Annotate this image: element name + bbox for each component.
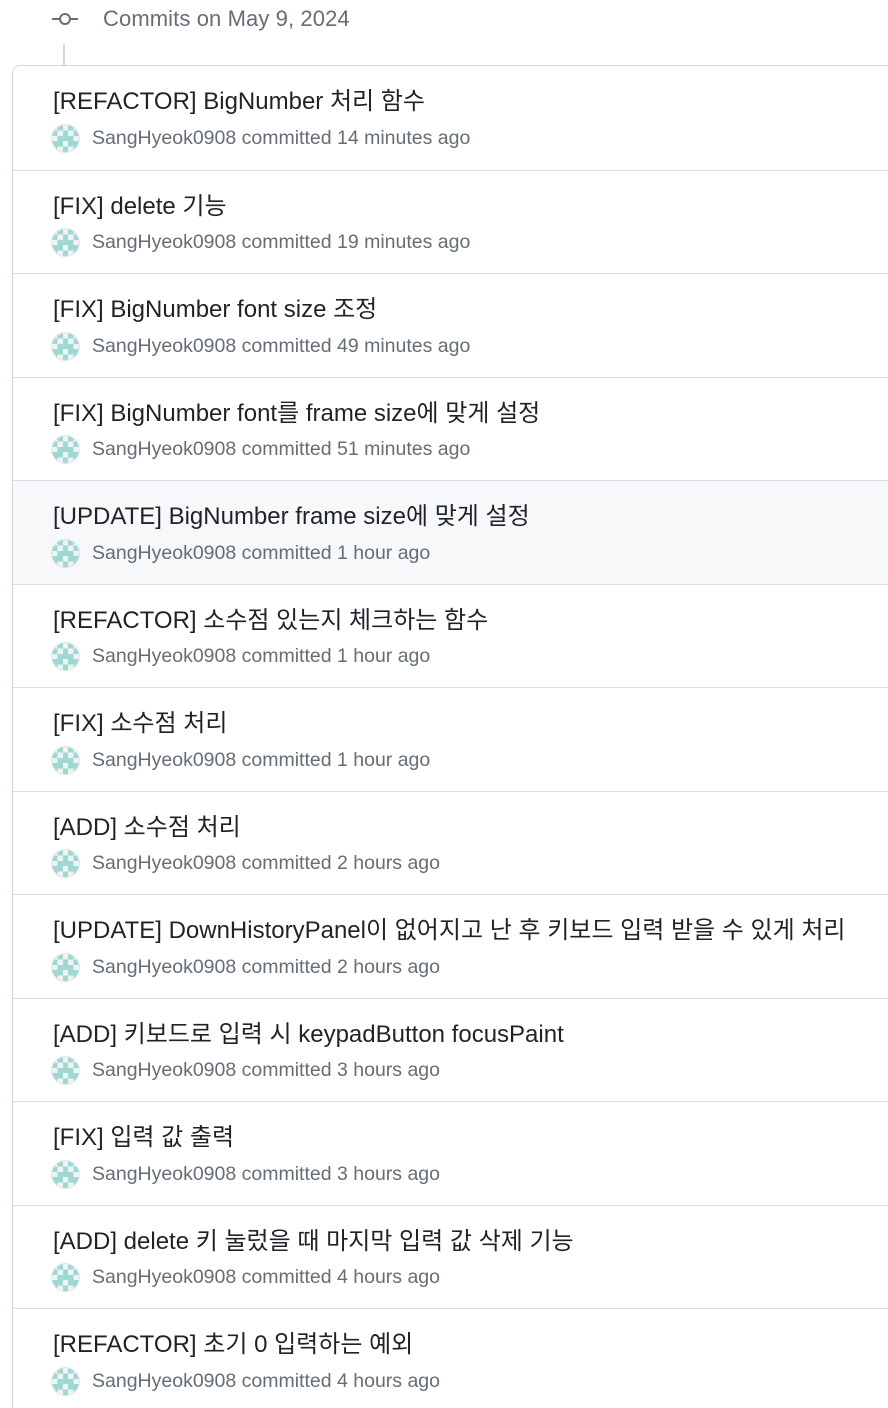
commit-author[interactable]: SangHyeok0908 [92,335,236,358]
commit-row[interactable]: [REFACTOR] BigNumber 처리 함수 SangHyeok0908… [13,66,888,170]
avatar-icon[interactable] [52,124,79,152]
commit-action: committed [241,955,332,978]
commit-action: committed [241,334,332,357]
commit-title-link[interactable]: [FIX] BigNumber font size 조정 [53,289,377,324]
commit-row[interactable]: [FIX] BigNumber font size 조정 SangHyeok09… [13,273,888,377]
commit-title-link[interactable]: [ADD] 소수점 처리 [53,807,241,842]
commit-author[interactable]: SangHyeok0908 [92,438,236,461]
commit-meta: SangHyeok0908 committed 1 hour ago [52,643,430,671]
commit-time: 1 hour ago [337,541,431,564]
commit-meta: SangHyeok0908 committed 1 hour ago [52,746,430,774]
commit-title-link[interactable]: [FIX] delete 기능 [53,186,227,221]
git-commit-icon [52,12,78,26]
commit-meta: SangHyeok0908 committed 1 hour ago [52,539,430,567]
commit-row[interactable]: [ADD] delete 키 눌렀을 때 마지막 입력 값 삭제 기능 Sang… [13,1204,888,1309]
commit-history-page: Commits on May 9, 2024 [REFACTOR] BigNum… [0,0,888,1408]
commit-group-header: Commits on May 9, 2024 [52,4,350,34]
commit-author[interactable]: SangHyeok0908 [92,749,236,772]
avatar-icon[interactable] [52,436,79,463]
commit-time: 3 hours ago [337,1162,440,1185]
avatar-icon[interactable] [52,229,79,256]
avatar-icon[interactable] [52,953,79,981]
commit-meta: SangHyeok0908 committed 2 hours ago [52,850,440,878]
commit-action: committed [241,1059,332,1081]
avatar-icon[interactable] [52,746,79,774]
commit-meta: SangHyeok0908 committed 4 hours ago [52,1264,440,1292]
commit-author[interactable]: SangHyeok0908 [92,1370,236,1393]
commit-meta: SangHyeok0908 committed 4 hours ago [52,1367,440,1395]
commit-time: 4 hours ago [337,1266,440,1288]
commit-meta: SangHyeok0908 committed 3 hours ago [52,1057,440,1085]
commit-row[interactable]: [UPDATE] BigNumber frame size에 맞게 설정 San… [13,480,888,584]
commit-action: committed [241,438,332,460]
commit-author[interactable]: SangHyeok0908 [92,127,236,150]
commit-time: 4 hours ago [337,1369,440,1392]
commit-action: committed [241,1369,332,1392]
commit-row[interactable]: [UPDATE] DownHistoryPanel이 없어지고 난 후 키보드 … [13,894,888,998]
commit-title-link[interactable]: [REFACTOR] 소수점 있는지 체크하는 함수 [53,600,488,635]
commit-title-link[interactable]: [UPDATE] DownHistoryPanel이 없어지고 난 후 키보드 … [53,910,846,945]
avatar-icon[interactable] [52,332,79,360]
commit-action: committed [241,645,332,667]
commit-title-link[interactable]: [FIX] 입력 값 출력 [53,1117,234,1152]
commit-time: 2 hours ago [337,852,440,874]
commit-title-link[interactable]: [ADD] delete 키 눌렀을 때 마지막 입력 값 삭제 기능 [53,1221,574,1256]
commit-action: committed [241,541,332,564]
commit-author[interactable]: SangHyeok0908 [92,1266,236,1289]
commit-time: 2 hours ago [337,955,440,978]
commit-action: committed [241,748,332,771]
avatar-icon[interactable] [52,1057,79,1084]
commit-author[interactable]: SangHyeok0908 [92,542,236,565]
commit-row[interactable]: [ADD] 키보드로 입력 시 keypadButton focusPaint … [13,997,888,1102]
commit-row[interactable]: [FIX] 입력 값 출력 SangHyeok0908 committed 3 … [13,1101,888,1205]
commit-row[interactable]: [REFACTOR] 소수점 있는지 체크하는 함수 SangHyeok0908… [13,583,888,688]
commit-row[interactable]: [FIX] 소수점 처리 SangHyeok0908 committed 1 h… [13,687,888,791]
commit-meta: SangHyeok0908 committed 3 hours ago [52,1160,440,1188]
avatar-icon[interactable] [52,539,79,567]
avatar-icon[interactable] [52,1367,79,1395]
commit-time: 1 hour ago [337,748,431,771]
commit-row[interactable]: [ADD] 소수점 처리 SangHyeok0908 committed 2 h… [13,790,888,895]
commit-time: 51 minutes ago [337,438,471,460]
commit-time: 3 hours ago [337,1059,440,1081]
commit-meta: SangHyeok0908 committed 2 hours ago [52,953,440,981]
avatar-icon[interactable] [52,850,79,877]
timeline-connector [63,44,65,66]
commit-time: 1 hour ago [337,645,431,667]
commit-group-date: Commits on May 9, 2024 [103,6,350,31]
avatar-icon[interactable] [52,1160,79,1188]
commit-author[interactable]: SangHyeok0908 [92,1163,236,1186]
commit-author[interactable]: SangHyeok0908 [92,231,236,254]
commit-meta: SangHyeok0908 committed 51 minutes ago [52,436,470,464]
commit-author[interactable]: SangHyeok0908 [92,1059,236,1082]
commit-action: committed [241,231,332,253]
commit-action: committed [241,126,332,149]
commit-author[interactable]: SangHyeok0908 [92,852,236,875]
commit-title-link[interactable]: [REFACTOR] 초기 0 입력하는 예외 [53,1324,413,1359]
commit-action: committed [241,1266,332,1288]
commit-row[interactable]: [FIX] BigNumber font를 frame size에 맞게 설정 … [13,376,888,481]
commit-row[interactable]: [FIX] delete 기능 SangHyeok0908 committed … [13,169,888,274]
commit-time: 49 minutes ago [337,334,471,357]
commit-title-link[interactable]: [ADD] 키보드로 입력 시 keypadButton focusPaint [53,1014,564,1049]
avatar-icon[interactable] [52,1264,79,1291]
commit-meta: SangHyeok0908 committed 14 minutes ago [52,124,470,152]
commit-author[interactable]: SangHyeok0908 [92,645,236,668]
commit-list: [REFACTOR] BigNumber 처리 함수 SangHyeok0908… [12,65,888,1408]
commit-time: 14 minutes ago [337,126,471,149]
commit-title-link[interactable]: [FIX] 소수점 처리 [53,703,227,738]
commit-action: committed [241,852,332,874]
commit-author[interactable]: SangHyeok0908 [92,956,236,979]
commit-row[interactable]: [REFACTOR] 초기 0 입력하는 예외 SangHyeok0908 co… [13,1308,888,1408]
commit-title-link[interactable]: [REFACTOR] BigNumber 처리 함수 [53,81,425,116]
commit-title-link[interactable]: [UPDATE] BigNumber frame size에 맞게 설정 [53,496,530,531]
commit-meta: SangHyeok0908 committed 49 minutes ago [52,332,470,360]
avatar-icon[interactable] [52,643,79,670]
commit-title-link[interactable]: [FIX] BigNumber font를 frame size에 맞게 설정 [53,393,540,428]
commit-meta: SangHyeok0908 committed 19 minutes ago [52,229,470,257]
commit-time: 19 minutes ago [337,231,471,253]
commit-action: committed [241,1162,332,1185]
